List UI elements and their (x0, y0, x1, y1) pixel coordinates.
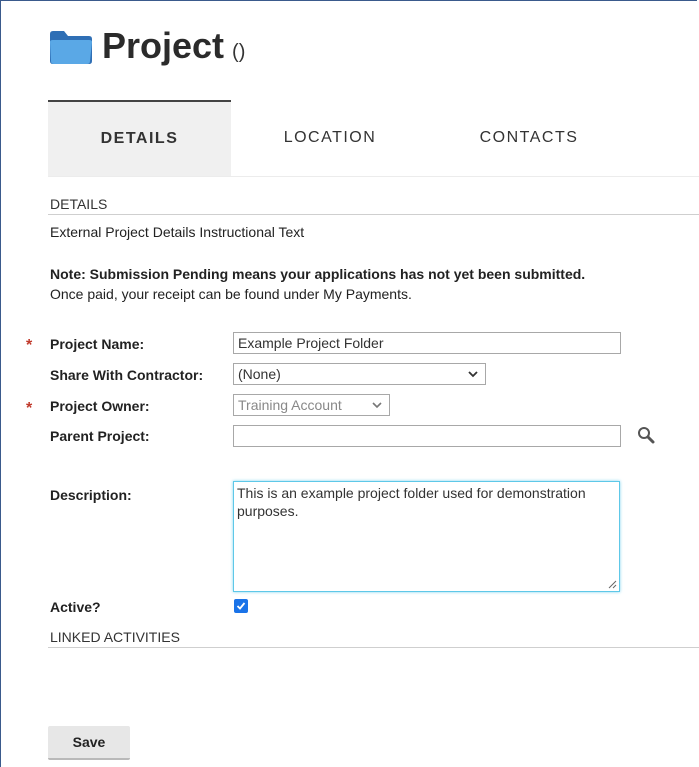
project-owner-select[interactable]: Training Account (233, 394, 390, 416)
instructional-text: External Project Details Instructional T… (50, 224, 305, 240)
tab-details[interactable]: DETAILS (48, 100, 231, 176)
project-owner-value: Training Account (238, 397, 342, 413)
required-marker: * (26, 337, 33, 354)
description-value: This is an example project folder used f… (237, 485, 586, 519)
chevron-down-icon (468, 371, 478, 378)
page-title: Project (102, 25, 225, 66)
search-icon[interactable] (636, 425, 656, 445)
details-divider (48, 214, 699, 215)
tab-contacts[interactable]: CONTACTS (429, 100, 629, 176)
tab-location[interactable]: LOCATION (231, 100, 429, 176)
project-owner-label: Project Owner: (50, 398, 150, 414)
active-label: Active? (50, 599, 101, 615)
description-label: Description: (50, 487, 132, 503)
save-button[interactable]: Save (48, 726, 130, 760)
project-count: () (232, 41, 246, 63)
resize-handle-icon[interactable] (607, 579, 617, 589)
check-icon (236, 602, 246, 610)
linked-activities-label: LINKED ACTIVITIES (50, 629, 180, 645)
page-header: Project () (48, 26, 245, 66)
parent-project-input[interactable] (233, 425, 621, 447)
chevron-down-icon (372, 402, 382, 409)
required-marker: * (26, 400, 33, 417)
active-checkbox[interactable] (234, 599, 248, 613)
folder-icon (50, 31, 92, 64)
receipt-note: Once paid, your receipt can be found und… (50, 286, 412, 302)
share-with-contractor-select[interactable]: (None) (233, 363, 486, 385)
submission-note: Note: Submission Pending means your appl… (50, 266, 586, 282)
tab-bar: DETAILS LOCATION CONTACTS (48, 100, 699, 177)
description-textarea[interactable]: This is an example project folder used f… (233, 481, 620, 592)
share-with-contractor-label: Share With Contractor: (50, 367, 204, 383)
project-name-label: Project Name: (50, 336, 145, 352)
share-with-contractor-value: (None) (238, 366, 281, 382)
linked-activities-divider (48, 647, 699, 648)
details-section-label: DETAILS (50, 196, 108, 212)
parent-project-label: Parent Project: (50, 428, 150, 444)
project-name-input[interactable] (233, 332, 621, 354)
